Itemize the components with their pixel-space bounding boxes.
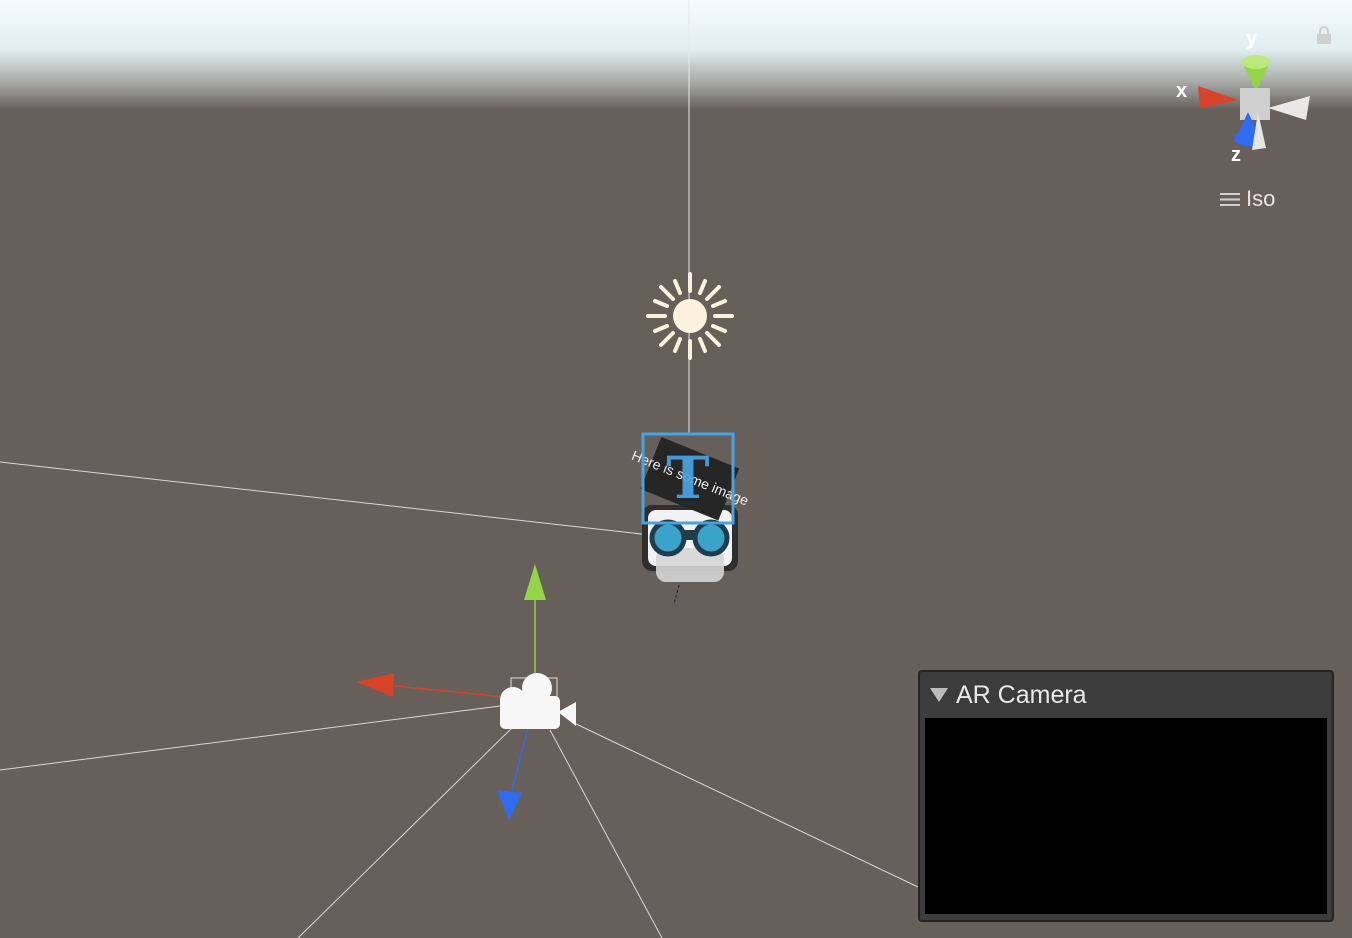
triangle-down-icon[interactable] <box>930 688 948 702</box>
camera-preview-header[interactable]: AR Camera <box>920 672 1332 718</box>
gizmo-z-label[interactable]: z <box>1231 144 1241 167</box>
projection-label: Iso <box>1246 186 1276 211</box>
hamburger-icon <box>1220 192 1240 206</box>
projection-toggle[interactable]: Iso <box>1220 186 1275 212</box>
text-object-glyph: T <box>666 444 709 512</box>
gizmo-x-label[interactable]: x <box>1176 80 1187 103</box>
camera-preview-view <box>925 718 1327 914</box>
camera-preview-title: AR Camera <box>956 680 1087 709</box>
camera-preview-panel[interactable]: AR Camera <box>918 670 1334 922</box>
gizmo-y-label[interactable]: y <box>1246 28 1257 51</box>
scene-view[interactable]: Here is some image T x y z Iso AR Camera <box>0 0 1352 938</box>
gizmo-center-cube[interactable] <box>1240 88 1270 120</box>
lock-icon[interactable] <box>1316 26 1332 44</box>
sun-icon[interactable] <box>646 272 734 360</box>
sky-gradient <box>0 0 1352 110</box>
